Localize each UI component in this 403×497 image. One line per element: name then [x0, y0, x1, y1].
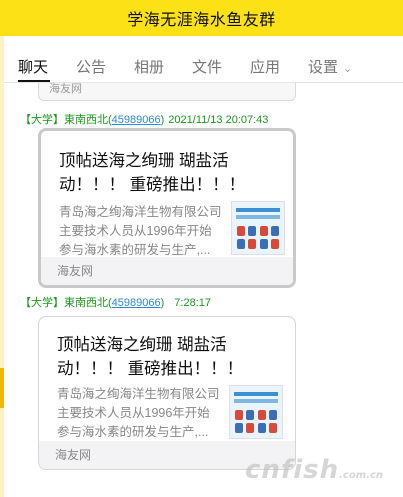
sender-qq-link[interactable]: 45989066	[112, 114, 161, 126]
product-thumbnail-icon	[229, 385, 283, 439]
card-desc-line: 青岛海之绚海洋生物有限公司	[59, 205, 222, 219]
card-desc-line: 参与海水素的研发与生产,...	[57, 425, 209, 439]
previous-card-source: 海友网	[49, 83, 82, 95]
thumb-row	[235, 410, 277, 420]
thumb-row	[237, 239, 279, 249]
sender-badge: 【大学】	[20, 114, 64, 126]
watermark-suffix: .com.cn	[339, 470, 383, 481]
watermark-main: cnfish	[244, 455, 340, 485]
link-share-card[interactable]: 顶帖送海之绚珊 瑚盐活动！！！ 重磅推出！！！ 青岛海之绚海洋生物有限公司 主要…	[38, 316, 296, 470]
thumb-row	[237, 226, 279, 236]
link-share-card[interactable]: 顶帖送海之绚珊 瑚盐活动！！！ 重磅推出！！！ 青岛海之绚海洋生物有限公司 主要…	[38, 128, 296, 288]
tab-settings[interactable]: 设置 ⌄	[308, 56, 352, 77]
window-title: 学海无涯海水鱼友群	[127, 12, 276, 29]
card-description: 青岛海之绚海洋生物有限公司 主要技术人员从1996年开始 参与海水素的研发与生产…	[59, 203, 231, 260]
chevron-down-icon: ⌄	[343, 62, 353, 75]
thumb-band	[234, 392, 278, 396]
tab-announcement[interactable]: 公告	[76, 56, 106, 77]
thumb-band	[236, 208, 280, 212]
message-time: 7:28:17	[174, 297, 211, 309]
card-title: 顶帖送海之绚珊 瑚盐活动！！！ 重磅推出！！！	[59, 152, 246, 194]
previous-card-footer[interactable]: 海友网	[38, 83, 296, 101]
tab-chat[interactable]: 聊天	[18, 56, 48, 77]
card-desc-line: 青岛海之绚海洋生物有限公司	[57, 387, 220, 401]
sender-qq-link[interactable]: 45989066	[112, 297, 161, 309]
window-title-bar: 学海无涯海水鱼友群	[0, 0, 403, 36]
message-time: 2021/11/13 20:07:43	[168, 114, 269, 126]
product-thumbnail-icon	[231, 201, 285, 255]
tab-settings-label: 设置	[308, 59, 339, 76]
sender-name[interactable]: 東南西北	[64, 114, 108, 126]
tab-album[interactable]: 相册	[134, 56, 164, 77]
tab-bar: 聊天 公告 相册 文件 应用 设置 ⌄	[4, 36, 403, 104]
card-description: 青岛海之绚海洋生物有限公司 主要技术人员从1996年开始 参与海水素的研发与生产…	[57, 385, 229, 442]
card-title: 顶帖送海之绚珊 瑚盐活动！！！ 重磅推出！！！	[57, 336, 244, 378]
message-sender-line: 【大学】東南西北(45989066) 2021/11/13 20:07:43	[20, 114, 269, 126]
sender-name[interactable]: 東南西北	[64, 297, 108, 309]
thumb-band	[234, 399, 278, 403]
active-tab-indicator	[18, 80, 50, 82]
site-watermark: cnfish.com.cn	[245, 455, 383, 485]
message-sender-line: 【大学】東南西北(45989066) 7:28:17	[20, 297, 211, 309]
card-desc-line: 主要技术人员从1996年开始	[57, 406, 210, 420]
tab-files[interactable]: 文件	[192, 56, 222, 77]
card-source: 海友网	[41, 257, 293, 285]
thumb-row	[235, 423, 277, 433]
tab-apps[interactable]: 应用	[250, 56, 280, 77]
thumb-band	[236, 215, 280, 219]
card-desc-line: 主要技术人员从1996年开始	[59, 224, 212, 238]
sender-badge: 【大学】	[20, 297, 64, 309]
chat-message-list[interactable]: 海友网 【大学】東南西北(45989066) 2021/11/13 20:07:4…	[4, 83, 403, 497]
